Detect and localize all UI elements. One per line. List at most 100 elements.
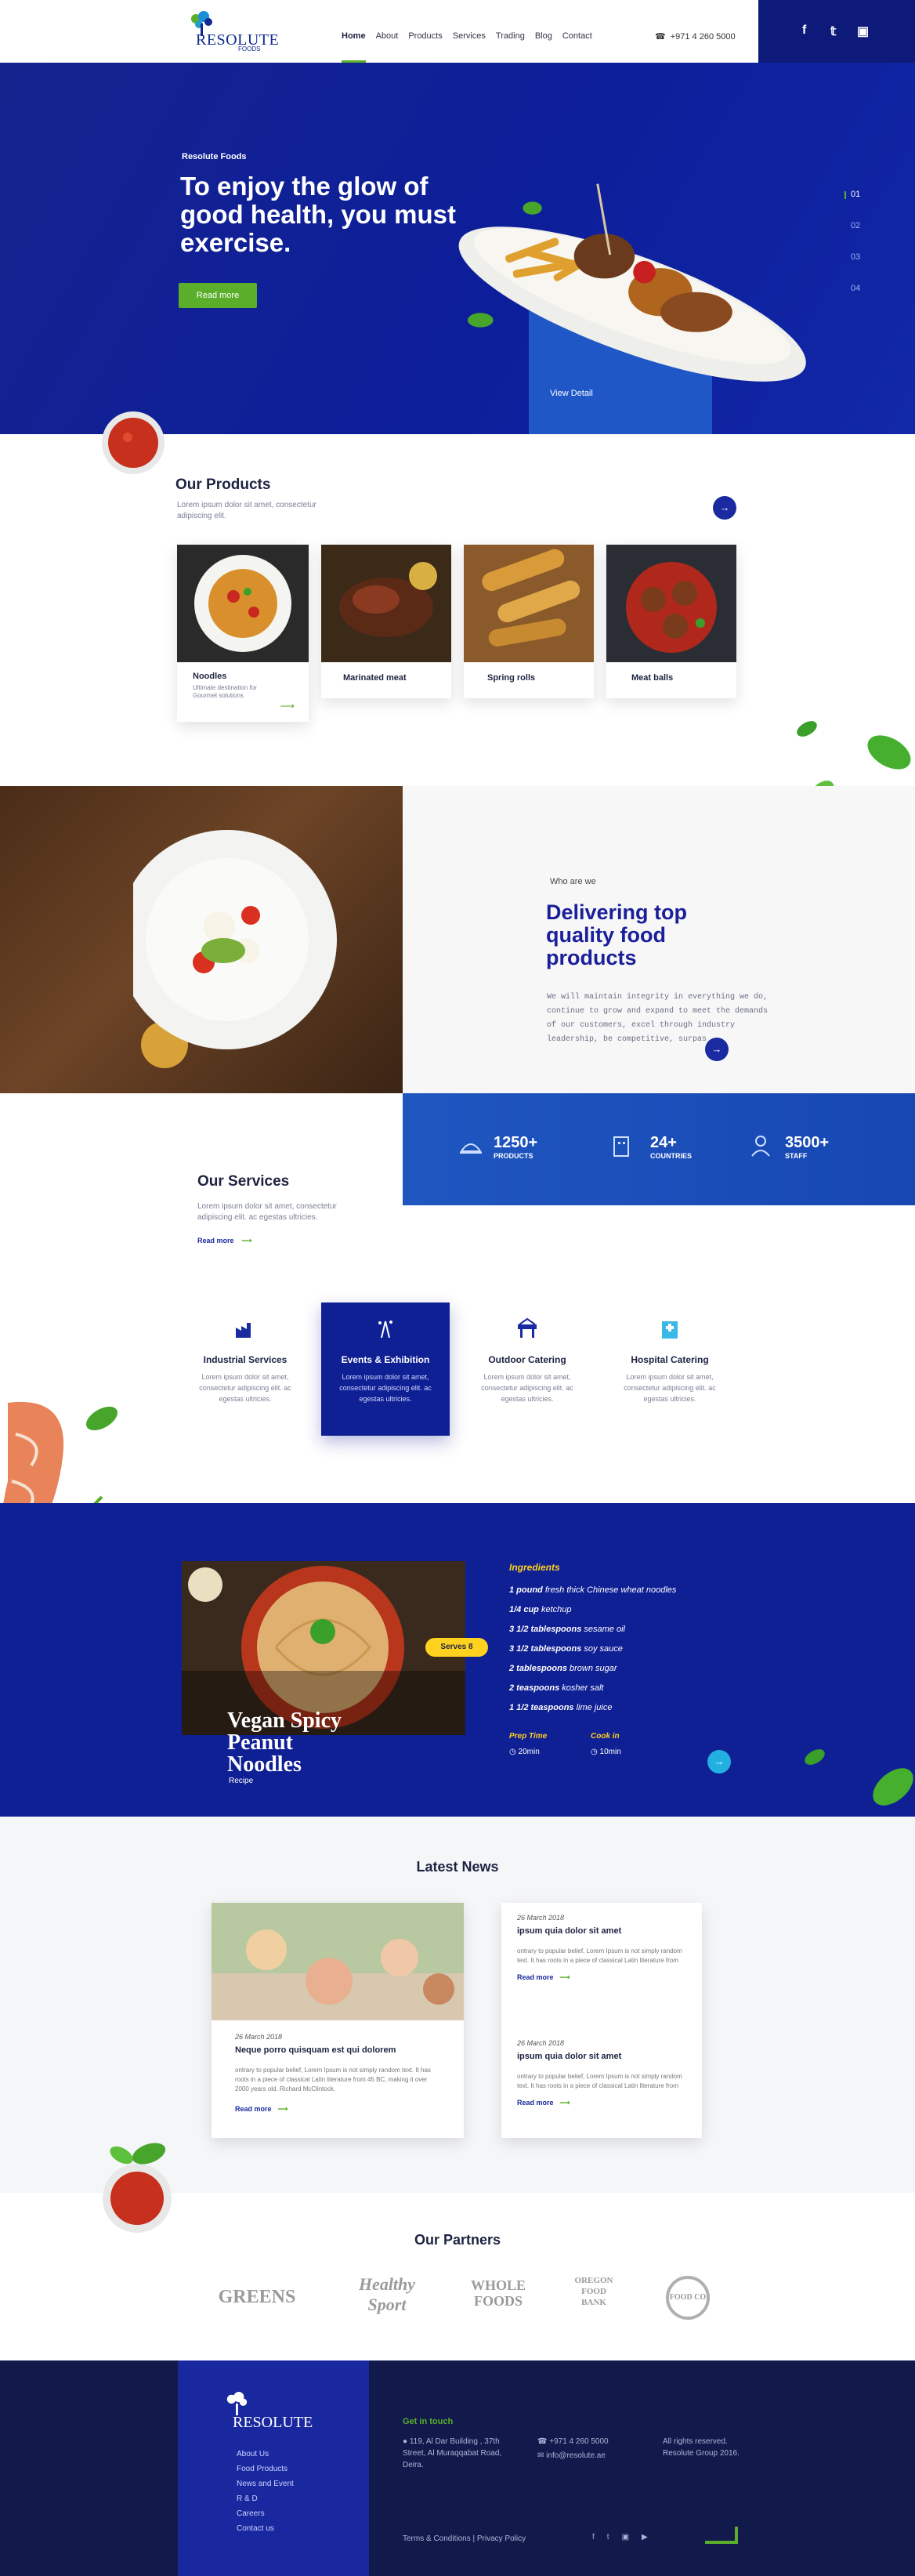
hero-kicker: Resolute Foods <box>182 152 247 161</box>
footer-link[interactable]: R & D <box>237 2494 294 2509</box>
recipe-next-button[interactable]: → <box>707 1750 731 1773</box>
news-excerpt: ontrary to popular belief, Lorem Ipsum i… <box>235 2067 431 2092</box>
cloche-icon <box>460 1143 482 1154</box>
news-read-more-link[interactable]: Read more ⟶ <box>517 1973 689 1982</box>
partner-logo[interactable]: OREGON FOOD BANK <box>570 2275 617 2308</box>
news-featured-card[interactable]: 26 March 2018 Neque porro quisquam est q… <box>212 1903 464 2138</box>
ingredient-item: 3 1/2 tablespoons soy sauce <box>509 1644 623 1654</box>
nav-blog[interactable]: Blog <box>535 31 552 63</box>
hero-read-more-button[interactable]: Read more <box>179 283 257 308</box>
product-card[interactable]: Meat balls <box>606 545 736 698</box>
phone-number: +971 4 260 5000 <box>670 32 736 42</box>
header-phone[interactable]: ☎ +971 4 260 5000 <box>655 31 736 42</box>
services-title: Our Services <box>197 1173 290 1190</box>
footer-link[interactable]: Food Products <box>237 2465 294 2480</box>
arrow-right-icon: ⟶ <box>277 2105 288 2113</box>
marinated-meat-image <box>321 545 451 662</box>
news-read-more-link[interactable]: Read more ⟶ <box>235 2105 464 2114</box>
products-next-button[interactable]: → <box>713 496 736 520</box>
service-description: Lorem ipsum dolor sit amet, consectetur … <box>339 1373 432 1403</box>
nav-about[interactable]: About <box>376 31 399 63</box>
arrow-right-icon: ⟶ <box>559 2099 570 2107</box>
about-title: Delivering top quality food products <box>546 900 688 969</box>
about-kicker: Who are we <box>550 877 596 886</box>
stat-label: PRODUCTS <box>494 1152 533 1160</box>
service-title: Industrial Services <box>203 1354 288 1365</box>
news-headline[interactable]: Neque porro quisquam est qui dolorem <box>235 2045 464 2055</box>
instagram-icon[interactable]: ▣ <box>857 24 869 39</box>
slide-indicator[interactable]: 02 <box>851 221 860 252</box>
partner-logo[interactable]: Healthy Sport <box>348 2274 426 2315</box>
nav-services[interactable]: Services <box>453 31 486 63</box>
about-next-button[interactable]: → <box>705 1038 729 1061</box>
get-in-touch-title: Get in touch <box>403 2417 454 2426</box>
address-text: 119, Al Dar Building , 37th Street, Al M… <box>403 2437 502 2469</box>
brand-logo[interactable]: RESOLUTE FOODS <box>186 11 279 53</box>
instagram-icon[interactable]: ▣ <box>622 2533 629 2542</box>
view-detail-link[interactable]: View Detail <box>550 389 593 398</box>
email-text: info@resolute.ae <box>546 2451 606 2460</box>
phone-text: +971 4 260 5000 <box>549 2437 609 2446</box>
arrow-right-icon: ⟶ <box>559 1973 570 1981</box>
product-card[interactable]: Marinated meat <box>321 545 451 698</box>
products-description: Lorem ipsum dolor sit amet, consectetur … <box>177 501 316 520</box>
prep-time-label: Prep Time <box>509 1732 548 1741</box>
footer-link[interactable]: Contact us <box>237 2524 294 2539</box>
clock-icon: ◷ <box>591 1748 598 1756</box>
service-card-active[interactable]: Events & Exhibition Lorem ipsum dolor si… <box>321 1302 450 1436</box>
read-more-label: Read more <box>517 2099 554 2107</box>
service-title: Events & Exhibition <box>341 1354 430 1365</box>
products-title: Our Products <box>175 476 271 493</box>
slide-indicator[interactable]: 03 <box>851 252 860 284</box>
nav-products[interactable]: Products <box>408 31 442 63</box>
ingredient-item: 1 1/2 teaspoons lime juice <box>509 1703 613 1712</box>
nav-home[interactable]: Home <box>342 31 366 63</box>
arrow-right-icon: ⟶ <box>241 1237 252 1245</box>
product-name: Marinated meat <box>343 673 407 683</box>
service-card[interactable]: Hospital Catering Lorem ipsum dolor sit … <box>603 1302 736 1436</box>
agency-mark-icon <box>705 2527 738 2544</box>
location-pin-icon: ● <box>403 2437 408 2446</box>
facebook-icon[interactable]: f <box>802 24 806 38</box>
twitter-icon[interactable]: 𝕥 <box>830 24 836 39</box>
nav-contact[interactable]: Contact <box>562 31 592 63</box>
footer-email[interactable]: ✉ info@resolute.ae <box>537 2450 606 2462</box>
partner-logo[interactable]: FOOD CO <box>666 2276 710 2320</box>
footer-legal-links[interactable]: Terms & Conditions | Privacy Policy <box>403 2533 526 2545</box>
services-read-more-link[interactable]: Read more ⟶ <box>197 1237 251 1245</box>
service-description: Lorem ipsum dolor sit amet, consectetur … <box>481 1373 573 1403</box>
news-headline[interactable]: ipsum quia dolor sit amet <box>517 2052 689 2061</box>
footer-link[interactable]: About Us <box>237 2450 294 2465</box>
footer-logo[interactable]: RESOLUTE <box>223 2392 317 2434</box>
mail-icon: ✉ <box>537 2451 544 2460</box>
ingredient-item: 3 1/2 tablespoons sesame oil <box>509 1625 625 1634</box>
slide-indicator[interactable]: 04 <box>851 284 860 315</box>
serves-badge: Serves 8 <box>425 1638 488 1657</box>
arrow-right-icon[interactable]: ⟶ <box>280 700 295 712</box>
nav-trading[interactable]: Trading <box>496 31 525 63</box>
product-card[interactable]: Spring rolls <box>464 545 594 698</box>
twitter-icon[interactable]: t <box>607 2533 609 2542</box>
product-card[interactable]: Noodles Ultimate destination for Gourmet… <box>177 545 309 722</box>
footer-phone[interactable]: ☎ +971 4 260 5000 <box>537 2436 609 2447</box>
youtube-icon[interactable]: ▶ <box>642 2533 648 2542</box>
slide-indicator[interactable]: 01 <box>851 190 860 221</box>
logo-wordmark: RESOLUTE <box>233 2414 313 2431</box>
news-item[interactable]: 26 March 2018 ipsum quia dolor sit amet … <box>517 1914 689 1982</box>
stat-countries: 24+ COUNTRIES <box>609 1134 692 1160</box>
footer-link[interactable]: Careers <box>237 2509 294 2524</box>
news-item[interactable]: 26 March 2018 ipsum quia dolor sit amet … <box>517 2039 689 2107</box>
partner-logo[interactable]: WHOLE FOODS <box>467 2277 530 2309</box>
tree-logo-icon <box>226 2392 248 2415</box>
footer-copyright: All rights reserved. Resolute Group 2016… <box>663 2437 740 2458</box>
partner-logo[interactable]: GREENS <box>213 2287 301 2308</box>
news-read-more-link[interactable]: Read more ⟶ <box>517 2099 689 2107</box>
facebook-icon[interactable]: f <box>592 2533 595 2542</box>
prep-time-value: 20min <box>518 1748 540 1756</box>
service-card[interactable]: Industrial Services Lorem ipsum dolor si… <box>179 1302 312 1436</box>
meat-balls-image <box>606 545 736 662</box>
stat-number: 1250+ <box>494 1134 538 1151</box>
news-headline[interactable]: ipsum quia dolor sit amet <box>517 1926 689 1936</box>
service-card[interactable]: Outdoor Catering Lorem ipsum dolor sit a… <box>461 1302 594 1436</box>
footer-link[interactable]: News and Event <box>237 2480 294 2494</box>
